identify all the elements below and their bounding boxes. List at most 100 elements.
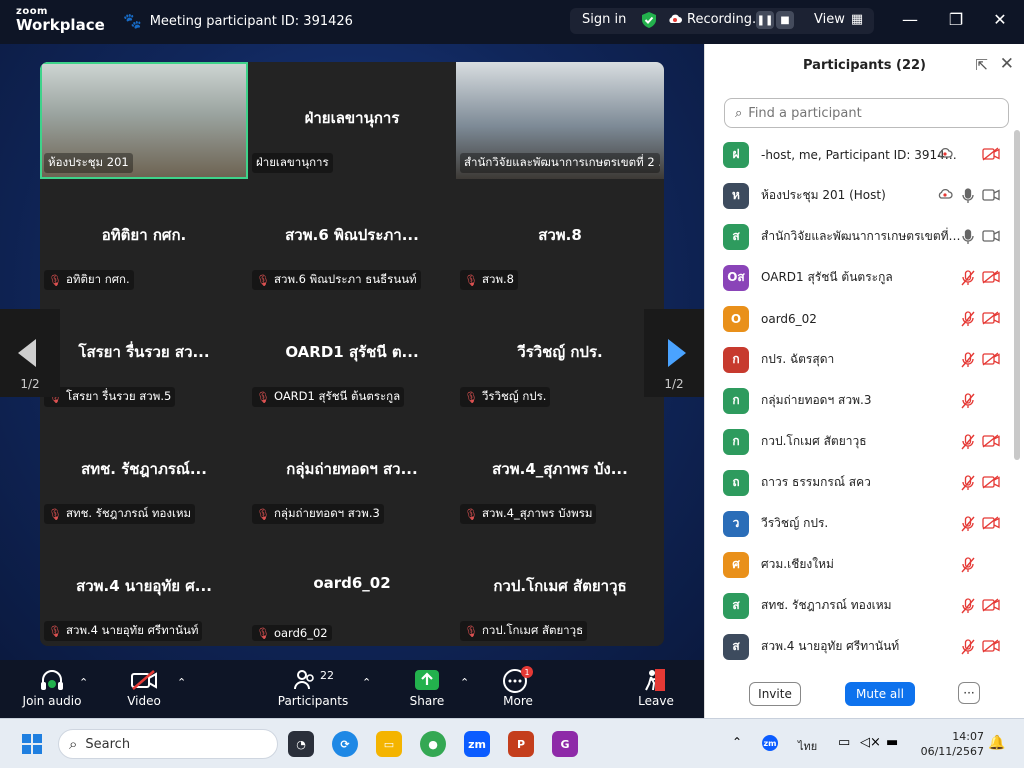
clock[interactable]: 14:07 06/11/2567 (921, 729, 984, 759)
mic-muted-icon[interactable] (961, 516, 975, 535)
video-tile[interactable]: วีรวิชญ์ กปร. 🎙 วีรวิชญ์ กปร. (456, 296, 664, 413)
camera-off-icon[interactable] (982, 270, 1000, 287)
participants-options-caret[interactable]: ⌃ (362, 676, 371, 689)
participant-search-input[interactable] (748, 105, 989, 121)
camera-off-icon[interactable] (982, 598, 1000, 615)
zoom-app-icon[interactable]: zm (464, 731, 490, 757)
file-explorer-icon[interactable]: ▭ (376, 731, 402, 757)
prev-page-button[interactable]: 1/2 (0, 309, 60, 397)
network-icon[interactable]: ▭ (838, 735, 850, 750)
participant-row[interactable]: ก กลุ่มถ่ายทอดฯ สวพ.3 (723, 380, 1013, 421)
mic-muted-icon[interactable] (961, 393, 975, 412)
windows-start-icon[interactable] (22, 734, 42, 754)
arrow-left-icon (18, 339, 36, 367)
panel-more-button[interactable]: ··· (958, 682, 980, 704)
participant-row[interactable]: Ooard6_02 (723, 298, 1013, 339)
mic-muted-icon[interactable] (961, 639, 975, 658)
video-tile[interactable]: ห้องประชุม 201 (40, 62, 248, 179)
mic-muted-icon[interactable] (961, 270, 975, 289)
participant-row[interactable]: Oส OARD1 สุรัชนี ต้นตระกูล (723, 257, 1013, 298)
video-tile[interactable]: สวพ.8 🎙 สวพ.8 (456, 179, 664, 296)
video-tile[interactable]: กวป.โกเมศ สัตยาวุธ 🎙 กวป.โกเมศ สัตยาวุธ (456, 530, 664, 646)
video-tile[interactable]: โสรยา รื่นรวย สว... 🎙 โสรยา รื่นรวย สวพ.5 (40, 296, 248, 413)
view-button[interactable]: View ▦ (814, 12, 863, 27)
camera-off-icon[interactable] (982, 352, 1000, 369)
tray-chevron-icon[interactable]: ⌃ (732, 735, 742, 749)
mic-muted-icon[interactable] (961, 434, 975, 453)
close-window-button[interactable]: ✕ (988, 10, 1012, 29)
participants-button[interactable]: 22 Participants (268, 666, 358, 708)
camera-icon[interactable] (982, 188, 1000, 205)
video-tile[interactable]: กลุ่มถ่ายทอดฯ สว... 🎙 กลุ่มถ่ายทอดฯ สวพ.3 (248, 413, 456, 530)
powerpoint-icon[interactable]: P (508, 731, 534, 757)
camera-off-icon[interactable] (982, 516, 1000, 533)
stop-recording-button[interactable]: ■ (776, 11, 794, 29)
leave-button[interactable]: Leave (611, 666, 701, 708)
camera-off-icon[interactable] (982, 147, 1000, 164)
mute-all-button[interactable]: Mute all (845, 682, 915, 706)
camera-off-icon[interactable] (982, 311, 1000, 328)
mic-muted-icon[interactable] (961, 311, 975, 330)
participant-row[interactable]: ส สทช. รัชฎาภรณ์ ทองเหม (723, 585, 1013, 626)
pause-recording-button[interactable]: ❚❚ (756, 11, 774, 29)
mic-muted-icon[interactable] (961, 352, 975, 371)
participant-row[interactable]: ศ ศวม.เชียงใหม่ (723, 544, 1013, 585)
battery-icon[interactable]: ▬ (886, 735, 898, 750)
video-tile[interactable]: สวพ.6 พิณประภา... 🎙 สวพ.6 พิณประภา ธนธีรนน… (248, 179, 456, 296)
participant-row[interactable]: ก กปร. ฉัตรสุดา (723, 339, 1013, 380)
sign-in-button[interactable]: Sign in (582, 12, 626, 27)
video-tile[interactable]: OARD1 สุรัชนี ต... 🎙 OARD1 สุรัชนี ต้นตระก… (248, 296, 456, 413)
video-tile[interactable]: ฝ่ายเลขานุการ ฝ่ายเลขานุการ (248, 62, 456, 179)
video-tile[interactable]: สวพ.4 นายอุทัย ศ... 🎙 สวพ.4 นายอุทัย ศรีทา… (40, 530, 248, 646)
next-page-button[interactable]: 1/2 (644, 309, 704, 397)
participant-row[interactable]: ถ ถาวร ธรรมกรณ์ สคว (723, 462, 1013, 503)
taskbar-search[interactable]: ⌕ Search (58, 729, 278, 759)
mic-icon[interactable] (961, 188, 975, 207)
chrome-icon[interactable]: ● (420, 731, 446, 757)
camera-icon[interactable] (982, 229, 1000, 246)
popout-icon[interactable]: ⇱ (975, 56, 988, 74)
camera-off-icon[interactable] (982, 639, 1000, 656)
more-button[interactable]: 1 More (473, 666, 563, 708)
minimize-button[interactable]: — (898, 10, 922, 29)
mic-muted-icon[interactable] (961, 598, 975, 617)
close-panel-icon[interactable]: ✕ (1000, 54, 1014, 74)
tile-label-text: สวพ.4_สุภาพร บังพรม (481, 506, 593, 520)
camera-off-icon[interactable] (982, 475, 1000, 492)
share-options-caret[interactable]: ⌃ (460, 676, 469, 689)
participant-row[interactable]: ฝ -host, me, Participant ID: 391426) (723, 134, 1013, 175)
tile-name-label: 🎙 oard6_02 (252, 625, 332, 641)
zoom-tray-icon[interactable]: zm (762, 735, 778, 751)
video-tile[interactable]: สำนักวิจัยและพัฒนาการเกษตรเขตที่ 2 ... (456, 62, 664, 179)
participant-row[interactable]: ห ห้องประชุม 201 (Host) (723, 175, 1013, 216)
participant-search[interactable]: ⌕ (724, 98, 1009, 128)
participant-row[interactable]: ส สำนักวิจัยและพัฒนาการเกษตรเขตที่ ... (723, 216, 1013, 257)
participant-name: สวพ.4 นายอุทัย ศรีทานันท์ (761, 639, 900, 653)
mic-muted-icon[interactable] (961, 557, 975, 576)
volume-icon[interactable]: ◁× (860, 735, 881, 750)
participant-row[interactable]: ก กวป.โกเมศ สัตยาวุธ (723, 421, 1013, 462)
video-tile[interactable]: oard6_02 🎙 oard6_02 (248, 530, 456, 646)
leave-icon (611, 666, 701, 694)
language-indicator[interactable]: ไทย (798, 737, 817, 755)
maximize-button[interactable]: ❐ (944, 10, 968, 29)
shield-check-icon[interactable] (640, 11, 658, 29)
participant-row[interactable]: ว วีรวิชญ์ กปร. (723, 503, 1013, 544)
speedometer-app-icon[interactable]: ◔ (288, 731, 314, 757)
video-tile[interactable]: สทช. รัชฎาภรณ์... 🎙 สทช. รัชฎาภรณ์ ทองเหม (40, 413, 248, 530)
audio-options-caret[interactable]: ⌃ (79, 676, 88, 689)
share-button[interactable]: Share (382, 666, 472, 708)
video-tile[interactable]: อทิติยา กศก. 🎙 อทิติยา กศก. (40, 179, 248, 296)
participant-row[interactable]: ส สวพ.4 นายอุทัย ศรีทานันท์ (723, 626, 1013, 667)
notifications-bell-icon[interactable]: 🔔 (988, 735, 1005, 751)
video-options-caret[interactable]: ⌃ (177, 676, 186, 689)
sync-app-icon[interactable]: ⟳ (332, 731, 358, 757)
mic-muted-icon[interactable] (961, 475, 975, 494)
video-tile[interactable]: สวพ.4_สุภาพร บัง... 🎙 สวพ.4_สุภาพร บังพรม (456, 413, 664, 530)
mic-icon[interactable] (961, 229, 975, 248)
invite-button[interactable]: Invite (749, 682, 801, 706)
pdf-app-icon[interactable]: G (552, 731, 578, 757)
camera-off-icon[interactable] (982, 434, 1000, 451)
video-button[interactable]: Video (99, 666, 189, 708)
participant-list-scrollbar[interactable] (1014, 130, 1020, 460)
